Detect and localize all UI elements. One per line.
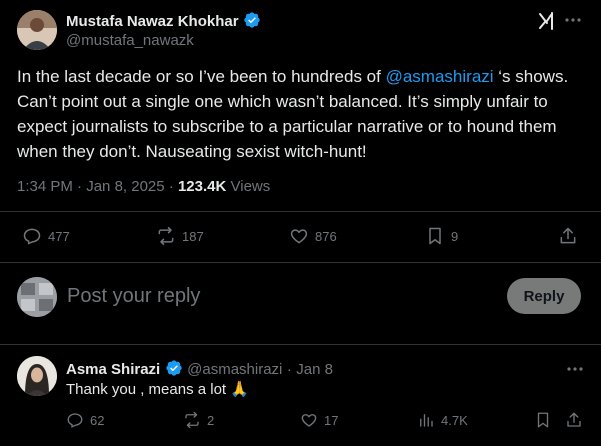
divider [0,262,601,263]
repost-action[interactable]: 187 [156,226,204,246]
reply-reply-count: 62 [90,412,105,428]
reply-like-action[interactable]: 17 [300,411,338,429]
bookmark-action[interactable]: 9 [425,226,458,246]
author-avatar[interactable] [17,10,57,50]
share-icon [560,227,576,244]
reply-text: Thank you , means a lot 🙏 [66,381,249,398]
reply-icon [23,228,41,245]
verified-badge-icon [243,11,261,33]
reply-like-count: 17 [324,412,339,428]
share-action[interactable] [558,226,578,246]
repost-icon [158,226,174,246]
reply-repost-count: 2 [207,412,215,428]
like-action[interactable]: 876 [289,226,337,246]
mention-link[interactable]: @asmashirazi [386,67,494,86]
like-count: 876 [315,228,337,244]
views-label: Views [230,178,271,195]
tweet-date[interactable]: Jan 8, 2025 [86,178,164,195]
reply-share-action[interactable] [565,411,583,429]
reply-author-handle[interactable]: @asmashirazi [187,361,282,378]
reply-count: 477 [48,228,70,244]
repost-icon [185,411,199,429]
tweet-time[interactable]: 1:34 PM [17,178,73,195]
divider [0,211,601,212]
tweet-meta: 1:34 PM · Jan 8, 2025 · 123.4K Views [17,178,270,195]
heart-icon [290,229,308,244]
heart-icon [301,414,317,427]
more-options-icon[interactable] [564,11,582,34]
reply-more-options-icon[interactable] [566,360,584,383]
reply-views-action[interactable]: 4.7K [417,411,468,429]
bookmark-count: 9 [451,228,459,244]
reply-repost-action[interactable]: 2 [183,411,214,429]
reply-action[interactable]: 477 [22,226,70,246]
reply-author-avatar[interactable] [17,356,57,396]
reply-icon [67,413,83,428]
divider [0,344,601,345]
analytics-icon [420,414,433,427]
repost-count: 187 [182,228,204,244]
reply-date[interactable]: Jan 8 [296,361,333,378]
meta-separator: · [168,178,174,195]
reply-views-count: 4.7K [441,412,468,428]
share-icon [567,412,581,427]
reply-reply-action[interactable]: 62 [66,411,104,429]
meta-separator: · [286,361,292,378]
current-user-avatar[interactable] [17,277,57,317]
author-handle[interactable]: @mustafa_nawazk [66,32,194,49]
grok-icon[interactable] [537,11,557,36]
reply-bookmark-action[interactable] [534,411,552,429]
bookmark-icon [429,227,441,245]
bookmark-icon [537,412,549,428]
reply-header: Asma Shirazi @asmashirazi · Jan 8 [66,359,333,382]
tweet-text: In the last decade or so I’ve been to hu… [17,64,587,164]
author-name-text[interactable]: Mustafa Nawaz Khokhar [66,13,239,30]
reply-button[interactable]: Reply [507,278,581,314]
reply-author-name[interactable]: Asma Shirazi [66,361,160,378]
views-count: 123.4K [177,178,227,195]
meta-separator: · [77,178,83,195]
reply-input[interactable]: Post your reply [67,285,200,308]
author-name[interactable]: Mustafa Nawaz Khokhar [66,11,261,33]
tweet-text-part-1: In the last decade or so I’ve been to hu… [17,67,386,86]
verified-badge-icon [165,359,183,382]
